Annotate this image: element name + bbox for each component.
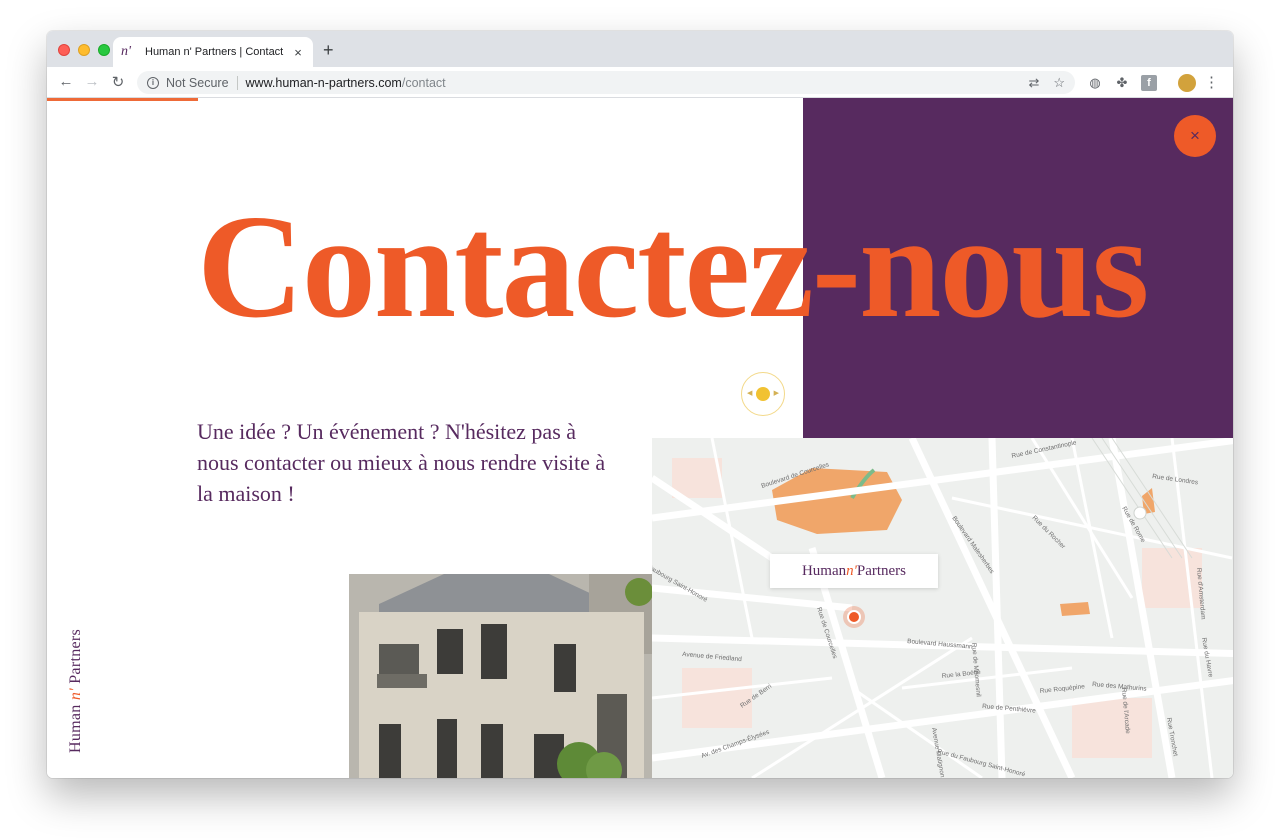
new-tab-button[interactable]: + xyxy=(323,40,334,61)
tab-close-icon[interactable]: × xyxy=(291,45,305,60)
close-window-button[interactable] xyxy=(58,44,70,56)
building-illustration xyxy=(349,574,652,778)
building-photo xyxy=(349,574,652,778)
side-logo[interactable]: Human n' Partners xyxy=(67,629,85,753)
facebook-icon[interactable]: f xyxy=(1141,75,1157,91)
intro-text: Une idée ? Un événement ? N'hésitez pas … xyxy=(197,419,606,506)
tab-contact[interactable]: n' Human n' Partners | Contact × xyxy=(113,37,313,67)
star-icon[interactable]: ☆ xyxy=(1053,75,1065,91)
info-icon[interactable]: i xyxy=(147,76,159,89)
slider-handle[interactable]: ◀ ▶ xyxy=(741,372,785,416)
tab-title: Human n' Partners | Contact xyxy=(145,46,284,58)
location-map[interactable]: Boulevard de Courcelles Rue de Constantin… xyxy=(652,438,1233,778)
address-bar-actions: ⇄ ☆ xyxy=(1028,75,1065,91)
extension-icon[interactable]: ✤ xyxy=(1114,75,1130,91)
logo-accent: n' xyxy=(67,688,84,701)
zoom-window-button[interactable] xyxy=(98,44,110,56)
logo-part-human: Human xyxy=(67,700,84,753)
favicon-icon: n' xyxy=(121,44,131,59)
contact-page: × Contactez-nous ◀ ▶ Une idée ? Un événe… xyxy=(47,98,1233,778)
globe-icon[interactable]: ◍ xyxy=(1087,75,1103,91)
url-host: www.human-n-partners.com xyxy=(245,75,402,90)
close-icon[interactable]: × xyxy=(1174,115,1216,157)
translate-icon[interactable]: ⇄ xyxy=(1028,75,1039,91)
browser-window: n' Human n' Partners | Contact × + ← → ↻… xyxy=(47,31,1233,778)
forward-arrow-icon[interactable]: → xyxy=(83,73,101,90)
map-pin-icon[interactable] xyxy=(843,606,865,628)
avatar[interactable] xyxy=(1178,74,1196,92)
chevron-left-icon: ◀ xyxy=(747,390,753,397)
back-arrow-icon[interactable]: ← xyxy=(57,73,75,90)
security-label: Not Secure xyxy=(166,75,229,90)
logo-part-partners: Partners xyxy=(67,628,84,689)
map-location-label[interactable]: Human n' Partners xyxy=(770,554,938,588)
address-separator xyxy=(236,75,238,90)
window-controls xyxy=(58,44,110,56)
chevron-right-icon: ▶ xyxy=(773,390,779,397)
menu-icon[interactable]: ⋮ xyxy=(1204,73,1219,91)
reload-icon[interactable]: ↻ xyxy=(109,73,127,91)
map-label-partners: Partners xyxy=(856,562,907,579)
minimize-window-button[interactable] xyxy=(78,44,90,56)
page-title: Contactez-nous xyxy=(197,185,1149,349)
browser-toolbar: ← → ↻ i Not Secure www.human-n-partners.… xyxy=(47,67,1233,98)
page-progress-bar xyxy=(47,98,198,101)
map-streets: Boulevard de CourcellesRue de Constantin… xyxy=(652,438,1233,778)
map-label-accent: n' xyxy=(846,562,857,579)
map-label-human: Human xyxy=(801,562,847,579)
address-bar[interactable]: i Not Secure www.human-n-partners.com/co… xyxy=(137,71,1075,94)
url-path: /contact xyxy=(401,75,446,90)
tab-strip: n' Human n' Partners | Contact × + xyxy=(47,31,1233,67)
